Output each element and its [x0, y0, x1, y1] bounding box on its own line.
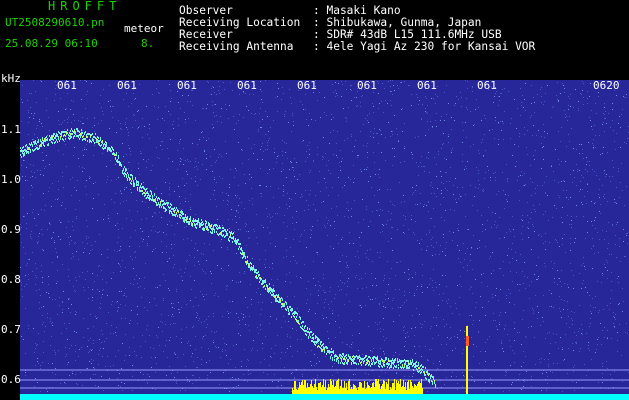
antenna-label: Receiving Antenna: [179, 40, 294, 53]
date-time: 25.08.29 06:10: [5, 37, 98, 50]
x-tick-label: 061: [57, 79, 77, 92]
y-tick-label: 1.0: [1, 173, 21, 186]
file-name: UT2508290610.pn: [5, 16, 105, 29]
y-tick-label: 0.8: [1, 273, 21, 286]
meteor-echo-head: [466, 336, 469, 346]
y-tick-label: 0.7: [1, 323, 21, 336]
meteor-count: 8.: [141, 37, 155, 50]
hrofft-screenshot: HROFFT UT2508290610.pn meteor 25.08.29 0…: [0, 0, 629, 400]
x-tick-label: 061: [477, 79, 497, 92]
x-tick-label: 061: [297, 79, 317, 92]
x-tick-label: 061: [117, 79, 137, 92]
x-tick-label: 061: [357, 79, 377, 92]
y-tick-label: 0.6: [1, 373, 21, 386]
meteor-label: meteor: [124, 22, 164, 35]
x-tick-label: 061: [177, 79, 197, 92]
app-title: HROFFT: [48, 0, 122, 13]
y-tick-label: 1.1: [1, 123, 21, 136]
khz-unit-label: kHz: [1, 72, 21, 85]
x-tick-label: 0620: [593, 79, 620, 92]
antenna-value: : 4ele Yagi Az 230 for Kansai VOR: [313, 40, 536, 53]
spectrogram-plot: [20, 80, 629, 400]
y-tick-label: 0.9: [1, 223, 21, 236]
spectrogram-canvas: [20, 80, 629, 400]
baseline-strip: [20, 394, 629, 400]
x-tick-label: 061: [237, 79, 257, 92]
x-tick-label: 061: [417, 79, 437, 92]
